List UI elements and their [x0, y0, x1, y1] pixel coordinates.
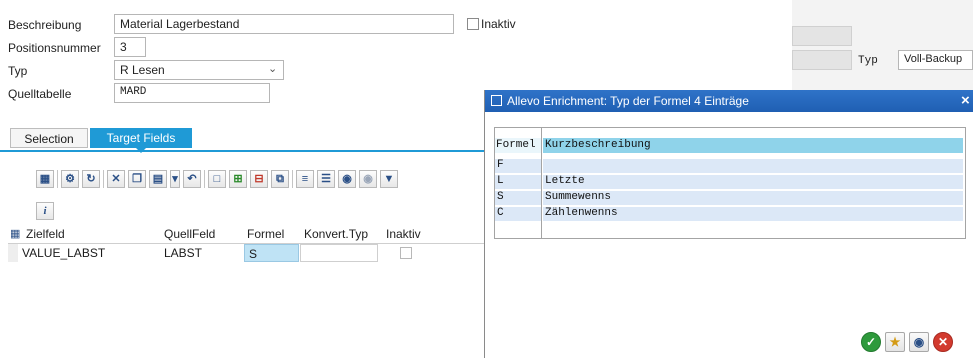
tab-underline	[0, 150, 484, 152]
new-row-icon[interactable]: □	[208, 170, 226, 188]
delete-row-icon[interactable]: ⊟	[250, 170, 268, 188]
right-typ-label: Typ	[858, 55, 878, 67]
list-header-formel[interactable]: Formel	[495, 138, 541, 153]
typ-label: Typ	[8, 64, 28, 78]
positionsnummer-field[interactable]: 3	[114, 37, 146, 57]
close-icon[interactable]: ×	[961, 92, 970, 109]
toolbar-separator	[204, 170, 205, 188]
right-panel-field-2[interactable]	[792, 50, 852, 70]
inaktiv-checkbox[interactable]	[467, 18, 479, 30]
list-item-desc[interactable]: Letzte	[543, 175, 963, 189]
row-selector[interactable]	[8, 244, 18, 262]
cancel-x-icon[interactable]: ✕	[933, 332, 953, 352]
cell-quellfeld[interactable]: LABST	[164, 246, 202, 260]
sort-descending-icon[interactable]: ☰	[317, 170, 335, 188]
beschreibung-label: Beschreibung	[8, 18, 82, 32]
formula-list: Formel Kurzbeschreibung F L Letzte S Sum…	[494, 127, 966, 239]
find-icon[interactable]: ◉	[338, 170, 356, 188]
list-item-code[interactable]: S	[495, 191, 541, 205]
popup-title-bar: Allevo Enrichment: Typ der Formel 4 Eint…	[485, 90, 973, 112]
cell-formel[interactable]: S	[244, 244, 299, 262]
duplicate-row-icon[interactable]: ⧉	[271, 170, 289, 188]
select-all-icon[interactable]: ▦	[10, 228, 22, 240]
table-row: VALUE_LABST LABST S	[8, 244, 484, 262]
confirm-check-icon[interactable]: ✓	[861, 332, 881, 352]
target-fields-grid: ▦ Zielfeld QuellFeld Formel Konvert.Typ …	[8, 224, 484, 359]
tab-selection[interactable]: Selection	[10, 128, 88, 148]
paste-icon[interactable]: ▤	[149, 170, 167, 188]
cell-zielfeld[interactable]: VALUE_LABST	[22, 246, 105, 260]
list-item-code[interactable]: C	[495, 207, 541, 221]
cut-icon[interactable]: ✕	[107, 170, 125, 188]
column-header-formel[interactable]: Formel	[247, 227, 284, 241]
column-header-zielfeld[interactable]: Zielfeld	[26, 227, 65, 241]
popup-title: Allevo Enrichment: Typ der Formel 4 Eint…	[507, 94, 749, 108]
column-header-inaktiv[interactable]: Inaktiv	[386, 227, 421, 241]
sort-ascending-icon[interactable]: ≡	[296, 170, 314, 188]
list-column-divider	[541, 128, 542, 238]
tab-target-fields[interactable]: Target Fields	[90, 128, 192, 148]
column-header-konvert-typ[interactable]: Konvert.Typ	[304, 227, 368, 241]
filter-icon[interactable]: ▼	[380, 170, 398, 188]
positionsnummer-label: Positionsnummer	[8, 41, 101, 55]
formula-popup: Allevo Enrichment: Typ der Formel 4 Eint…	[484, 90, 973, 358]
refresh-icon[interactable]: ↻	[82, 170, 100, 188]
check-entries-icon[interactable]: ⚙	[61, 170, 79, 188]
popup-footer-buttons: ✓ ★ ◉ ✕	[861, 332, 953, 352]
list-item-code[interactable]: L	[495, 175, 541, 189]
right-typ-field[interactable]: Voll-Backup	[898, 50, 973, 70]
paste-dropdown-icon[interactable]: ▾	[170, 170, 180, 188]
column-header-quellfeld[interactable]: QuellFeld	[164, 227, 215, 241]
toolbar-separator	[103, 170, 104, 188]
find-next-icon[interactable]: ◉	[359, 170, 377, 188]
beschreibung-field[interactable]: Material Lagerbestand	[114, 14, 454, 34]
insert-row-icon[interactable]: ⊞	[229, 170, 247, 188]
typ-select[interactable]: R Lesen	[114, 60, 284, 80]
list-item-desc[interactable]: Summewenns	[543, 191, 963, 205]
quelltabelle-label: Quelltabelle	[8, 87, 72, 101]
dialog-icon	[491, 95, 502, 106]
right-panel-field-1[interactable]	[792, 26, 852, 46]
copy-icon[interactable]: ❐	[128, 170, 146, 188]
list-item-code[interactable]: F	[495, 159, 541, 173]
cell-inaktiv-checkbox[interactable]	[400, 247, 412, 259]
chevron-down-icon[interactable]: ⌄	[268, 62, 277, 75]
list-header-kurzbeschreibung[interactable]: Kurzbeschreibung	[543, 138, 963, 153]
typ-select-value: R Lesen	[120, 63, 165, 77]
details-icon[interactable]: ▦	[36, 170, 54, 188]
grid-toolbar: ▦ ⚙ ↻ ✕ ❐ ▤ ▾ ↶ □ ⊞ ⊟ ⧉ ≡ ☰ ◉ ◉ ▼	[8, 168, 484, 190]
cell-konvert-typ[interactable]	[300, 244, 378, 262]
toolbar-separator	[292, 170, 293, 188]
inaktiv-label: Inaktiv	[481, 17, 516, 31]
find-binoculars-icon[interactable]: ◉	[909, 332, 929, 352]
list-item-desc[interactable]	[543, 159, 963, 173]
right-panel: Typ Voll-Backup	[792, 0, 973, 90]
info-icon[interactable]: i	[36, 202, 54, 220]
list-item-desc[interactable]: Zählenwenns	[543, 207, 963, 221]
favorite-add-icon[interactable]: ★	[885, 332, 905, 352]
quelltabelle-field[interactable]: MARD	[114, 83, 270, 103]
toolbar-separator	[57, 170, 58, 188]
undo-icon[interactable]: ↶	[183, 170, 201, 188]
tab-pointer	[136, 148, 146, 153]
